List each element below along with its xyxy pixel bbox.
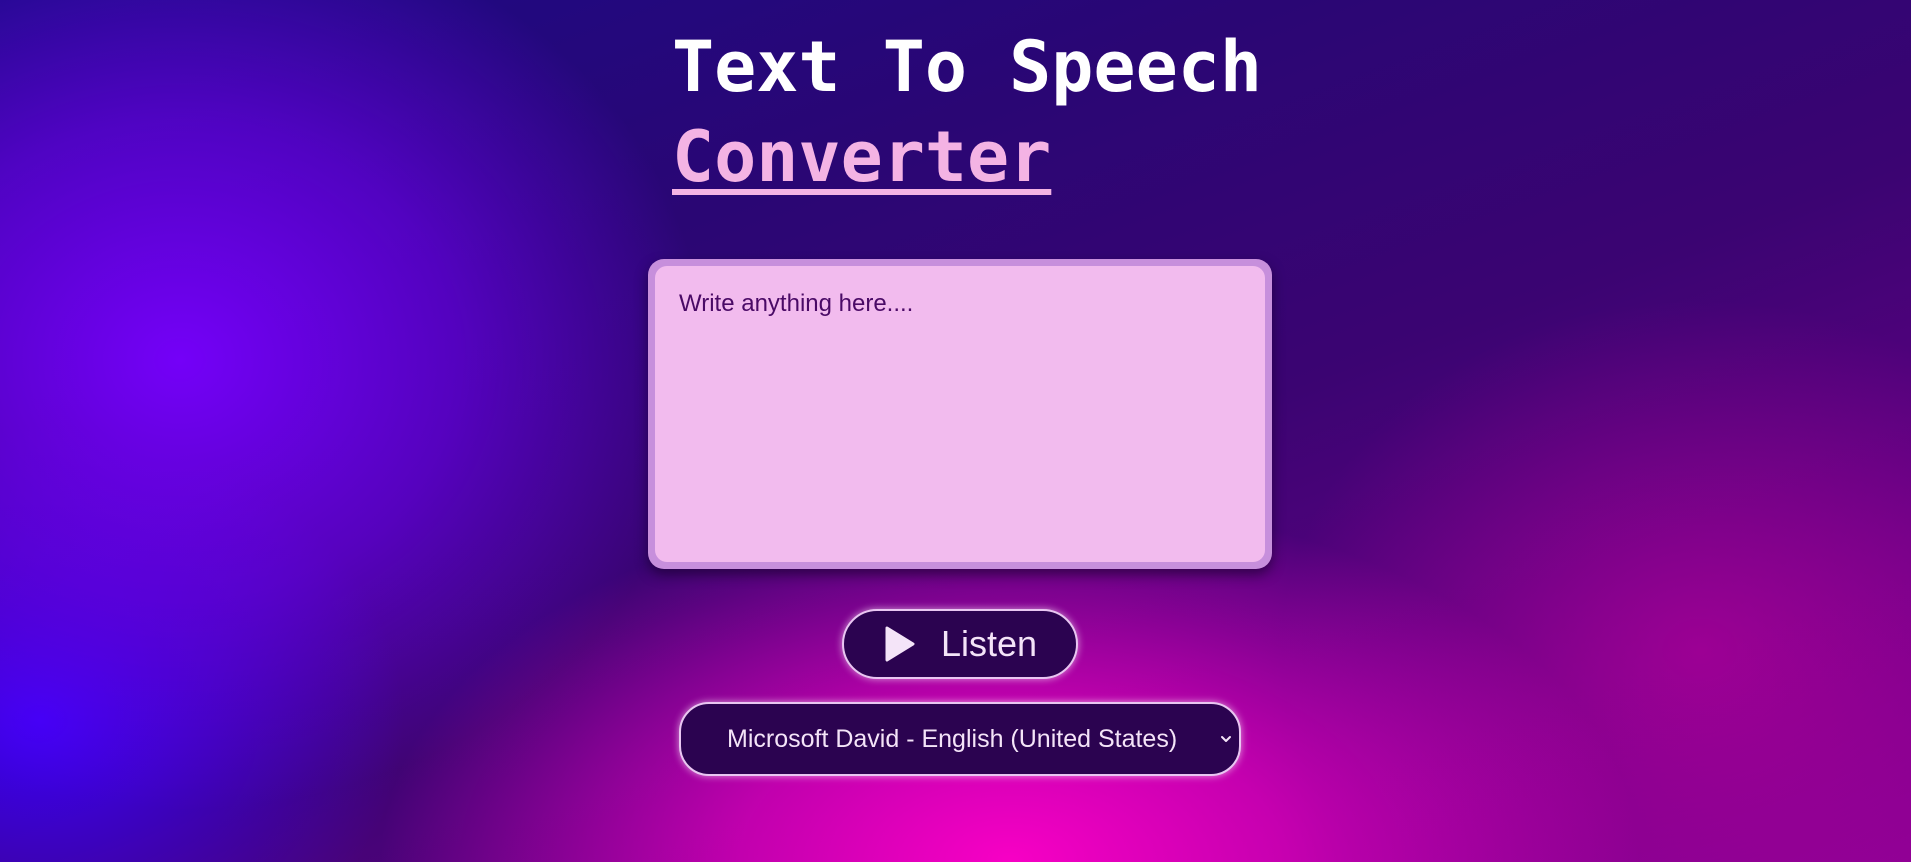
voice-select[interactable]: Microsoft David - English (United States… <box>679 702 1241 776</box>
text-input[interactable] <box>655 266 1265 562</box>
page-header: Text To Speech Converter <box>672 22 1262 202</box>
listen-button-label: Listen <box>940 623 1038 664</box>
listen-button[interactable]: Listen <box>842 609 1078 679</box>
voice-select-value: Microsoft David - English (United States… <box>727 724 1178 753</box>
chevron-down-icon <box>1219 732 1233 746</box>
play-icon <box>883 626 915 662</box>
page-subtitle: Converter <box>672 116 1052 198</box>
text-input-container <box>648 259 1272 569</box>
page-title: Text To Speech <box>672 26 1263 108</box>
